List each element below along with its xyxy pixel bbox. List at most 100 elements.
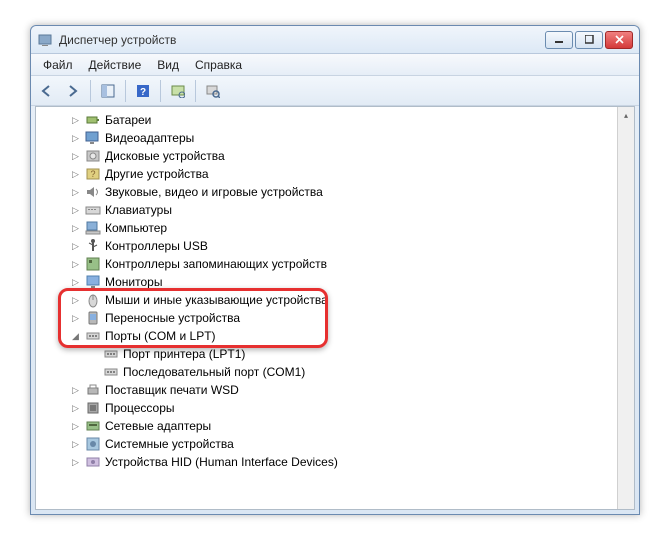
scan-icon [206,84,220,98]
tree-item-label: Порты (COM и LPT) [105,329,216,343]
keyboard-icon [85,202,101,218]
tree-item[interactable]: ▷ Контроллеры запоминающих устройств [40,255,634,273]
tree-item[interactable]: ▷ Мониторы [40,273,634,291]
tree-expander-icon[interactable]: ▷ [70,277,81,288]
tree-expander-icon[interactable]: ▷ [70,205,81,216]
tree-item[interactable]: Порт принтера (LPT1) [40,345,634,363]
battery-icon [85,112,101,128]
tree-item[interactable]: ▷ Сетевые адаптеры [40,417,634,435]
port-icon [85,328,101,344]
hid-icon [85,454,101,470]
tree-item[interactable]: ▷Системные устройства [40,435,634,453]
show-hide-tree-button[interactable] [96,79,120,103]
maximize-button[interactable] [575,31,603,49]
tree-expander-icon[interactable]: ▷ [70,421,81,432]
svg-text:?: ? [140,87,146,98]
device-tree[interactable]: ▷ Батареи ▷ Видеоадаптеры ▷ Дисковые устройст… [36,107,634,475]
tree-expander-icon[interactable]: ▷ [70,313,81,324]
tree-item-label: Переносные устройства [105,311,240,325]
tree-expander-icon[interactable]: ▷ [70,259,81,270]
back-button[interactable] [35,79,59,103]
menu-view[interactable]: Вид [149,56,187,74]
tree-item-label: Процессоры [105,401,175,415]
tree-item[interactable]: ▷ Процессоры [40,399,634,417]
titlebar: Диспетчер устройств [31,26,639,54]
tree-item-label: Контроллеры USB [105,239,208,253]
scan-hardware-button[interactable] [166,79,190,103]
tree-item[interactable]: ▷ Видеоадаптеры [40,129,634,147]
toolbar: ? [31,76,639,106]
tree-item[interactable]: Последовательный порт (COM1) [40,363,634,381]
tree-item[interactable]: ▷ Мыши и иные указывающие устройства [40,291,634,309]
tree-item[interactable]: ▷ Батареи [40,111,634,129]
tree-item[interactable]: ▷Устройства HID (Human Interface Devices… [40,453,634,471]
tree-expander-icon[interactable]: ▷ [70,385,81,396]
monitor-scan-icon [171,84,185,98]
tree-leaf-spacer [88,349,99,360]
window-title: Диспетчер устройств [59,33,545,47]
menu-help[interactable]: Справка [187,56,250,74]
tree-item-label: Клавиатуры [105,203,172,217]
vertical-scrollbar[interactable]: ▴ [617,107,634,509]
tree-item[interactable]: ◢ Порты (COM и LPT) [40,327,634,345]
tree-item-label: Мониторы [105,275,162,289]
close-icon [615,35,624,44]
find-hardware-button[interactable] [201,79,225,103]
menubar: Файл Действие Вид Справка [31,54,639,76]
tree-expander-icon[interactable]: ▷ [70,295,81,306]
tree-item-label: Контроллеры запоминающих устройств [105,257,327,271]
cpu-icon [85,400,101,416]
forward-button[interactable] [61,79,85,103]
scroll-up-icon[interactable]: ▴ [619,108,634,123]
tree-expander-icon[interactable]: ▷ [70,169,81,180]
tree-expander-icon[interactable]: ▷ [70,241,81,252]
tree-item-label: Порт принтера (LPT1) [123,347,245,361]
tree-expander-icon[interactable]: ▷ [70,115,81,126]
minimize-button[interactable] [545,31,573,49]
arrow-right-icon [66,84,80,98]
menu-file[interactable]: Файл [35,56,81,74]
toolbar-separator [125,80,126,102]
tree-item[interactable]: ▷Компьютер [40,219,634,237]
tree-item-label: Мыши и иные указывающие устройства [105,293,328,307]
toolbar-separator [90,80,91,102]
device-manager-window: Диспетчер устройств Файл Действие Вид Сп… [30,25,640,515]
tree-expander-icon[interactable]: ▷ [70,403,81,414]
tree-item-label: Другие устройства [105,167,209,181]
tree-item[interactable]: ▷ Клавиатуры [40,201,634,219]
tree-item[interactable]: ▷ Контроллеры USB [40,237,634,255]
tree-item[interactable]: ▷ Другие устройства [40,165,634,183]
tree-expander-icon[interactable]: ▷ [70,457,81,468]
disk-icon [85,148,101,164]
tree-item[interactable]: ▷ Поставщик печати WSD [40,381,634,399]
computer-icon [85,220,101,236]
tree-item-label: Поставщик печати WSD [105,383,239,397]
tree-item-label: Батареи [105,113,151,127]
tree-expander-icon[interactable]: ◢ [70,331,81,342]
tree-expander-icon[interactable]: ▷ [70,187,81,198]
tree-expander-icon[interactable]: ▷ [70,223,81,234]
tree-item[interactable]: ▷ Переносные устройства [40,309,634,327]
tree-item-label: Звуковые, видео и игровые устройства [105,185,323,199]
help-button[interactable]: ? [131,79,155,103]
system-icon [85,436,101,452]
display-icon [85,130,101,146]
storage-icon [85,256,101,272]
tree-item[interactable]: ▷ Дисковые устройства [40,147,634,165]
content-pane: ▷ Батареи ▷ Видеоадаптеры ▷ Дисковые устройст… [35,106,635,510]
maximize-icon [585,35,594,44]
port-icon [103,364,119,380]
tree-expander-icon[interactable]: ▷ [70,133,81,144]
tree-item-label: Дисковые устройства [105,149,225,163]
toolbar-separator [160,80,161,102]
menu-action[interactable]: Действие [81,56,150,74]
minimize-icon [555,35,564,44]
close-button[interactable] [605,31,633,49]
tree-item-label: Последовательный порт (COM1) [123,365,305,379]
tree-item[interactable]: ▷ Звуковые, видео и игровые устройства [40,183,634,201]
app-icon [37,32,53,48]
tree-item-label: Видеоадаптеры [105,131,194,145]
tree-expander-icon[interactable]: ▷ [70,439,81,450]
tree-expander-icon[interactable]: ▷ [70,151,81,162]
tree-item-label: Сетевые адаптеры [105,419,211,433]
